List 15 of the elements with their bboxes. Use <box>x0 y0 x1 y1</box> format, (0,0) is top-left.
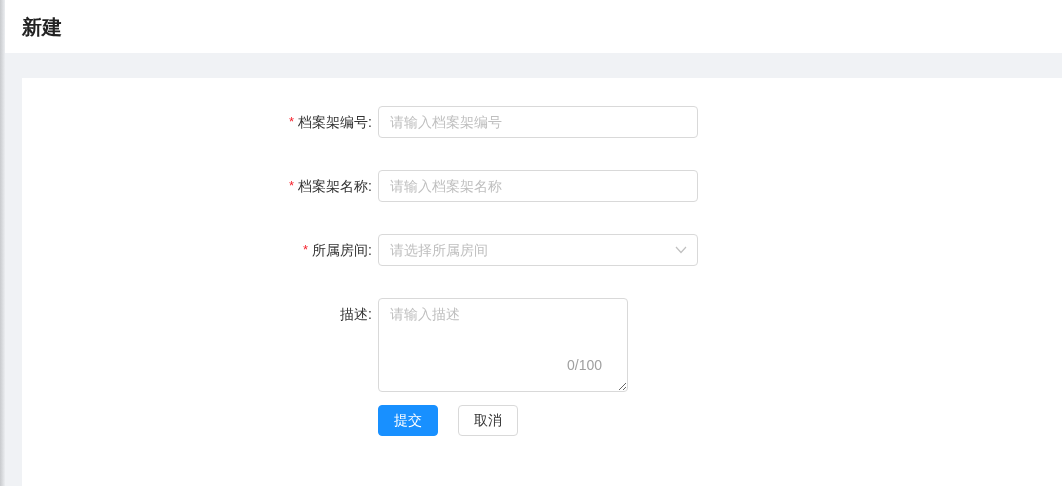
select-field[interactable]: 请选择所属房间 <box>378 234 698 266</box>
input-field[interactable]: 请输入档案架编号 <box>378 106 698 138</box>
field-label: 描述: <box>340 304 372 324</box>
character-counter: 0/100 <box>566 356 602 375</box>
field-label: 档案架编号: <box>298 112 372 132</box>
cancel-button[interactable]: 取消 <box>458 405 518 436</box>
page-title: 新建 <box>22 14 62 40</box>
required-mark: * <box>303 241 309 260</box>
required-mark: * <box>289 113 295 132</box>
input-field[interactable]: 请输入档案架名称 <box>378 170 698 202</box>
required-mark: * <box>289 177 295 196</box>
chevron-down-icon <box>675 246 687 254</box>
field-label: 所属房间: <box>312 240 372 260</box>
field-label: 档案架名称: <box>298 176 372 196</box>
submit-button[interactable]: 提交 <box>378 405 438 436</box>
